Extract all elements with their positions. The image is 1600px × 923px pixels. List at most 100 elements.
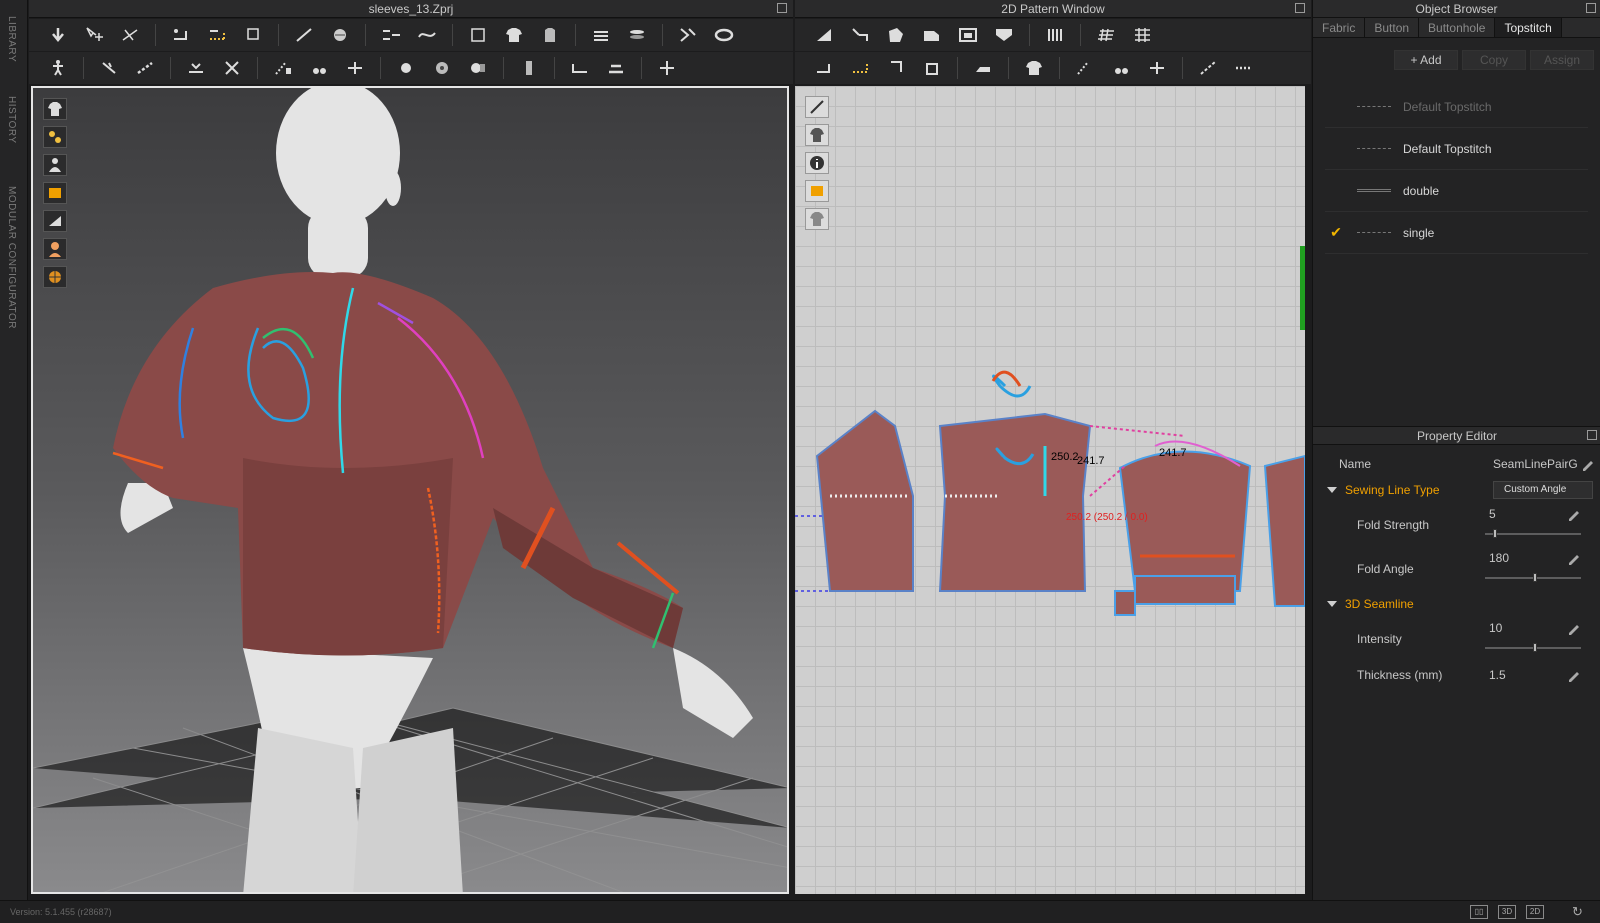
edit-name-icon[interactable] <box>1581 457 1595 471</box>
list-item[interactable]: Default Topstitch <box>1325 128 1588 170</box>
intensity-slider[interactable] <box>1485 643 1581 652</box>
ruler-2d-icon[interactable] <box>1193 56 1223 80</box>
view-3d-button[interactable]: 3D <box>1498 905 1516 919</box>
view-2d-button[interactable]: 2D <box>1526 905 1544 919</box>
tab-buttonhole[interactable]: Buttonhole <box>1419 18 1496 37</box>
fold-icon[interactable] <box>673 23 703 47</box>
grid-block-icon[interactable] <box>1127 23 1157 47</box>
shirt-icon[interactable] <box>499 23 529 47</box>
list-item[interactable]: ✔ single <box>1325 212 1588 254</box>
fabric-display-icon[interactable] <box>43 126 67 148</box>
environment-icon[interactable] <box>43 266 67 288</box>
segment-2d-icon[interactable] <box>881 56 911 80</box>
fold-angle-edit-icon[interactable] <box>1567 551 1581 565</box>
texture-visibility-icon[interactable] <box>805 180 829 202</box>
intensity-knob[interactable] <box>1533 643 1537 652</box>
name-value[interactable]: SeamLinePairG <box>1493 457 1578 471</box>
buttonhole-2d-icon[interactable] <box>1142 56 1172 80</box>
fold-angle-value[interactable]: 180 <box>1489 551 1509 565</box>
tack-icon[interactable] <box>325 23 355 47</box>
pin-icon[interactable] <box>94 56 124 80</box>
shirt-outline-icon[interactable] <box>535 23 565 47</box>
fold-angle-slider[interactable] <box>1485 573 1581 582</box>
topstitch-icon[interactable] <box>268 56 298 80</box>
fold-angle-knob[interactable] <box>1533 573 1537 582</box>
collapse-triangle-icon[interactable] <box>1327 487 1337 493</box>
list-item[interactable]: Default Topstitch <box>1325 86 1588 128</box>
transform-pattern-icon[interactable] <box>79 23 109 47</box>
add-button[interactable]: + Add <box>1394 50 1458 70</box>
select-button-icon[interactable] <box>391 56 421 80</box>
split-view-icon[interactable]: ▯▯ <box>1470 905 1488 919</box>
transform-2d-icon[interactable] <box>809 23 839 47</box>
sidebar-tab-modular-configurator[interactable]: MODULAR CONFIGURATOR <box>6 186 17 329</box>
buttonhole-icon[interactable] <box>340 56 370 80</box>
puckering-icon[interactable] <box>463 56 493 80</box>
sidebar-tab-library[interactable]: LIBRARY <box>6 16 17 62</box>
2d-pattern-viewport[interactable]: 250.2 241.7 241.7 250.2 (250.2 / 0.0) <box>795 86 1305 894</box>
thickness-value[interactable]: 1.5 <box>1489 668 1506 682</box>
fold-strength-edit-icon[interactable] <box>1567 507 1581 521</box>
fabric-layer-icon[interactable] <box>586 23 616 47</box>
polygon-2d-icon[interactable] <box>881 23 911 47</box>
list-item[interactable]: double <box>1325 170 1588 212</box>
info-icon[interactable] <box>805 152 829 174</box>
edit-pattern-icon[interactable] <box>115 23 145 47</box>
shirt-2d-icon[interactable] <box>1019 56 1049 80</box>
refresh-icon[interactable]: ↻ <box>1572 904 1583 920</box>
internal-shape-icon[interactable] <box>953 23 983 47</box>
arrange-icon[interactable] <box>463 23 493 47</box>
dart-icon[interactable] <box>989 23 1019 47</box>
trim-icon[interactable] <box>514 56 544 80</box>
flatten-icon[interactable] <box>601 56 631 80</box>
avatar-skin-icon[interactable] <box>43 238 67 260</box>
edit-segment-icon[interactable] <box>238 23 268 47</box>
edit-point-2d-icon[interactable] <box>845 23 875 47</box>
intensity-value[interactable]: 10 <box>1489 621 1502 635</box>
object-browser-maximize-icon[interactable] <box>1586 3 1596 13</box>
3d-viewport[interactable] <box>31 86 789 894</box>
fold-strength-slider[interactable] <box>1485 529 1581 538</box>
edit-visibility-icon[interactable] <box>805 96 829 118</box>
cut-icon[interactable] <box>217 56 247 80</box>
sewing-icon[interactable] <box>376 23 406 47</box>
avatar-display-icon[interactable] <box>43 154 67 176</box>
3d-seamline-row[interactable]: 3D Seamline <box>1313 591 1600 617</box>
button-2d-icon[interactable] <box>1106 56 1136 80</box>
texture-display-icon[interactable] <box>43 182 67 204</box>
scroll-indicator[interactable] <box>1300 246 1305 330</box>
select-move-icon[interactable] <box>43 23 73 47</box>
edit-curvature-icon[interactable] <box>166 23 196 47</box>
pleats-icon[interactable] <box>1040 23 1070 47</box>
shirt-visibility-icon[interactable] <box>805 124 829 146</box>
ring-icon[interactable] <box>709 23 739 47</box>
add-point-icon[interactable] <box>202 23 232 47</box>
sewing-line-type-row[interactable]: Sewing Line Type Custom Angle <box>1313 477 1600 503</box>
pattern-display-icon[interactable] <box>43 210 67 232</box>
gizmo-icon[interactable] <box>652 56 682 80</box>
measure-icon[interactable] <box>130 56 160 80</box>
sewing-type-select[interactable]: Custom Angle <box>1493 481 1593 499</box>
curve-point-2d-icon[interactable] <box>845 56 875 80</box>
button-icon[interactable] <box>304 56 334 80</box>
property-editor-maximize-icon[interactable] <box>1587 430 1597 440</box>
avatar-pose-icon[interactable] <box>43 56 73 80</box>
edit-curve-2d-icon[interactable] <box>809 56 839 80</box>
stack-layer-icon[interactable] <box>622 23 652 47</box>
garment-display-icon[interactable] <box>43 98 67 120</box>
tab-button[interactable]: Button <box>1365 18 1420 37</box>
free-sewing-icon[interactable] <box>412 23 442 47</box>
tab-fabric[interactable]: Fabric <box>1313 18 1366 37</box>
copy-button[interactable]: Copy <box>1462 50 1526 70</box>
tab-topstitch[interactable]: Topstitch <box>1495 18 1562 37</box>
sidebar-tab-history[interactable]: HISTORY <box>6 96 17 144</box>
thickness-edit-icon[interactable] <box>1567 668 1581 682</box>
rectangle-2d-icon[interactable] <box>917 23 947 47</box>
fold-strength-value[interactable]: 5 <box>1489 507 1496 521</box>
notch-icon[interactable] <box>917 56 947 80</box>
iron-icon[interactable] <box>968 56 998 80</box>
zipper-icon[interactable] <box>427 56 457 80</box>
fold-arrange-icon[interactable] <box>565 56 595 80</box>
intensity-edit-icon[interactable] <box>1567 621 1581 635</box>
steam-icon[interactable] <box>181 56 211 80</box>
